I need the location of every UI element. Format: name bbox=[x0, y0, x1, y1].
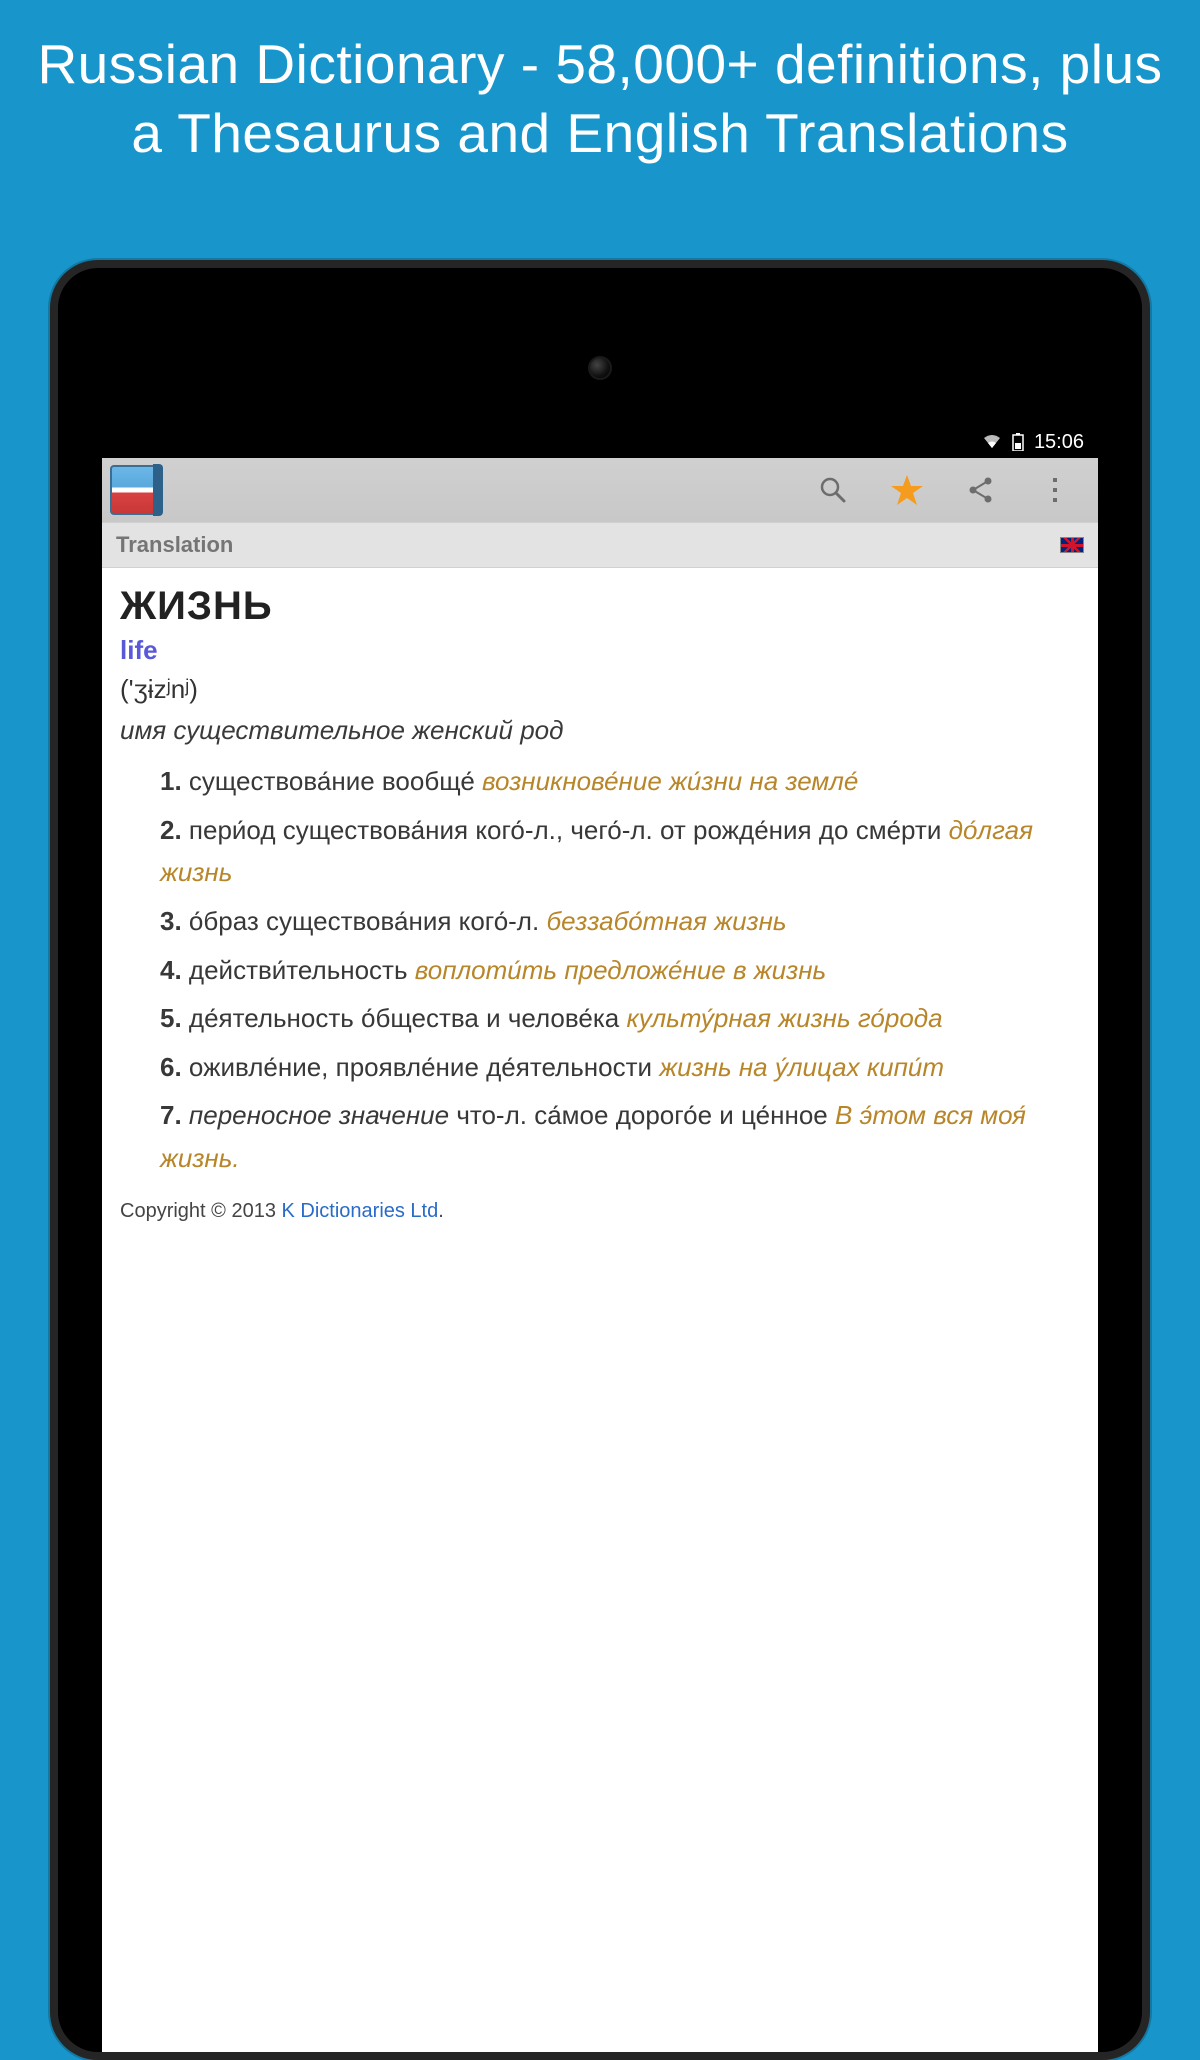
status-time: 15:06 bbox=[1034, 431, 1084, 454]
share-button[interactable] bbox=[946, 458, 1016, 522]
section-label: Translation bbox=[116, 532, 233, 558]
definition-item: 2. пери́од существова́ния кого́-л., чего… bbox=[160, 809, 1080, 894]
promo-title: Russian Dictionary - 58,000+ definitions… bbox=[0, 0, 1200, 192]
status-bar: 15:06 bbox=[102, 426, 1098, 458]
share-icon bbox=[966, 475, 996, 505]
part-of-speech: имя существительное женский род bbox=[120, 715, 1080, 746]
definition-item: 3. о́браз существова́ния кого́-л. беззаб… bbox=[160, 900, 1080, 943]
app-toolbar bbox=[102, 458, 1098, 522]
favorite-button[interactable] bbox=[872, 458, 942, 522]
definition-item: 6. оживле́ние, проявле́ние де́ятельности… bbox=[160, 1046, 1080, 1089]
app-icon[interactable] bbox=[110, 465, 162, 515]
entry-content: ЖИЗНЬ life ('ʒɨzʲnʲ) имя существительное… bbox=[102, 568, 1098, 1194]
tablet-frame: 15:06 Translation bbox=[50, 260, 1150, 2060]
uk-flag-icon[interactable] bbox=[1060, 537, 1084, 553]
copyright-suffix: . bbox=[438, 1200, 444, 1222]
tablet-inner: 15:06 Translation bbox=[58, 268, 1142, 2052]
definition-item: 7. переносное значение что-л. са́мое дор… bbox=[160, 1094, 1080, 1179]
screen: 15:06 Translation bbox=[102, 426, 1098, 2052]
definition-item: 5. де́ятельность о́бщества и челове́ка к… bbox=[160, 997, 1080, 1040]
search-icon bbox=[818, 475, 848, 505]
copyright: Copyright © 2013 K Dictionaries Ltd. bbox=[102, 1194, 1098, 1223]
definition-item: 4. действи́тельность воплоти́ть предложе… bbox=[160, 949, 1080, 992]
wifi-icon bbox=[982, 434, 1002, 450]
overflow-menu-button[interactable] bbox=[1020, 458, 1090, 522]
search-button[interactable] bbox=[798, 458, 868, 522]
headword: ЖИЗНЬ bbox=[120, 584, 1080, 629]
battery-icon bbox=[1012, 433, 1024, 451]
more-vertical-icon bbox=[1051, 476, 1059, 504]
translation-word[interactable]: life bbox=[120, 635, 1080, 666]
camera-dot bbox=[588, 356, 612, 380]
copyright-prefix: Copyright © 2013 bbox=[120, 1200, 282, 1222]
pronunciation: ('ʒɨzʲnʲ) bbox=[120, 674, 1080, 705]
definitions-list: 1. существова́ние вообще́ возникнове́ние… bbox=[120, 760, 1080, 1180]
section-header: Translation bbox=[102, 522, 1098, 568]
star-icon bbox=[890, 473, 924, 507]
copyright-link[interactable]: K Dictionaries Ltd bbox=[282, 1200, 439, 1222]
definition-item: 1. существова́ние вообще́ возникнове́ние… bbox=[160, 760, 1080, 803]
